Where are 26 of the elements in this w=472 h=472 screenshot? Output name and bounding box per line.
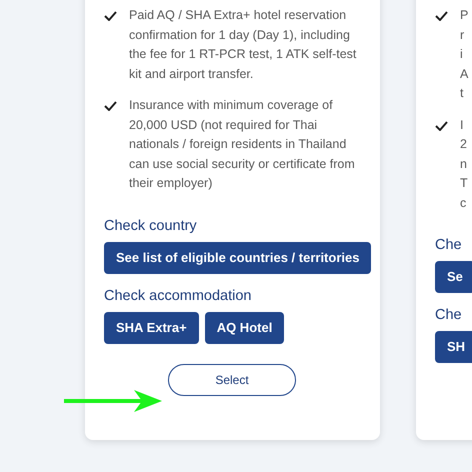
item-text: P xyxy=(460,7,468,24)
section-heading: Check country xyxy=(104,216,198,236)
section-heading: Che xyxy=(435,236,463,255)
item-text: I xyxy=(460,116,464,134)
item-text: r xyxy=(460,26,466,44)
section-heading: Che xyxy=(435,306,463,325)
item-text: A xyxy=(460,66,468,82)
section-heading: Check accommodation xyxy=(104,286,252,306)
item-text: c xyxy=(460,194,468,212)
item-text: t xyxy=(460,85,464,102)
link-button[interactable]: SHA Extra+ xyxy=(104,312,199,344)
check-icon xyxy=(435,120,448,130)
select-button[interactable]: Select xyxy=(168,364,296,396)
requirement-text: Insurance with minimum coverage of 20,000 USD (not required for Thai nationals / foreign residents in Thailand can use social security or certificate from their employer) xyxy=(129,97,356,192)
item-text: i xyxy=(460,46,464,63)
requirement-text: Paid AQ / SHA Extra+ hotel reservation confirmation for 1 day (Day 1), including the fee for 1 RT-PCR test, 1 ATK self-test kit and airport transfer. xyxy=(129,7,358,83)
check-icon xyxy=(104,101,117,111)
check-icon xyxy=(104,11,117,21)
check-icon xyxy=(435,11,448,21)
item-text: T xyxy=(460,175,468,192)
link-button[interactable]: See list of eligible countries / territories xyxy=(104,242,372,274)
link-button[interactable]: AQ Hotel xyxy=(204,312,284,344)
link-button[interactable]: Se xyxy=(435,261,472,293)
item-text: 2 xyxy=(460,136,468,153)
item-text: n xyxy=(460,156,468,172)
link-button[interactable]: SH xyxy=(435,331,472,363)
